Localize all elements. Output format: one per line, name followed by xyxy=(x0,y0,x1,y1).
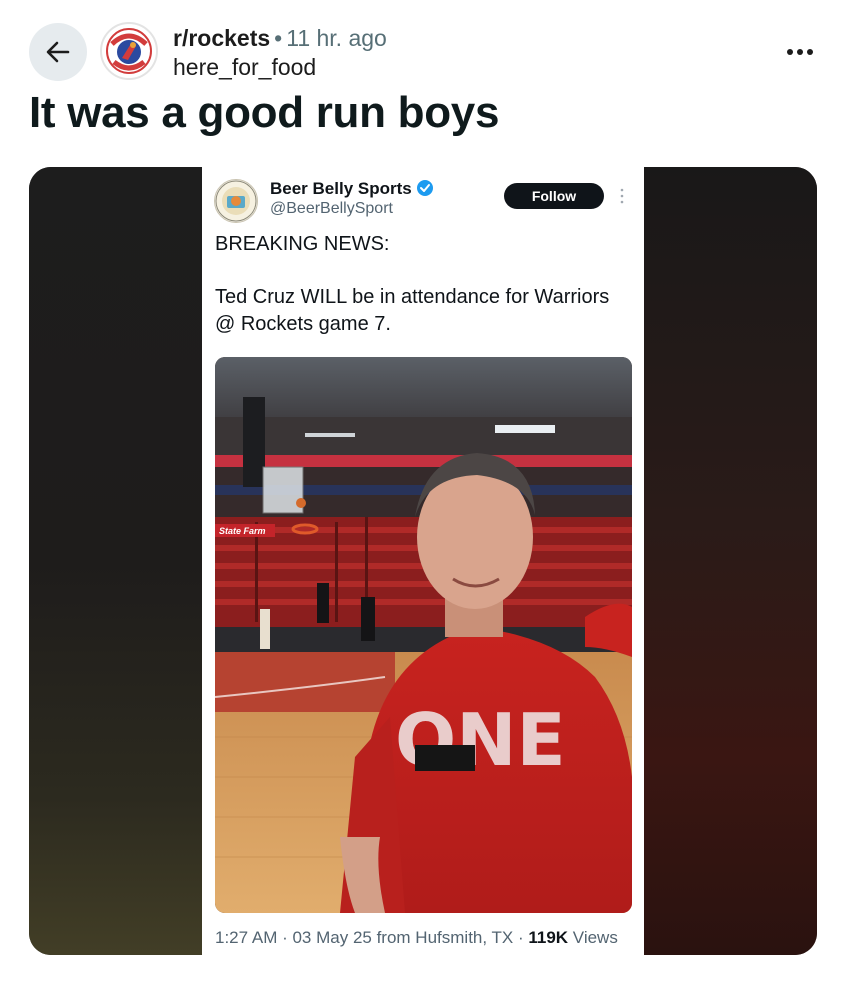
post-header: r/rockets • 11 hr. ago here_for_food xyxy=(0,0,853,90)
tweet-timestamp: 1:27 AM · 03 May 25 from Hufsmith, TX · xyxy=(215,928,529,947)
tweet-author-handle: @BeerBellySport xyxy=(270,200,393,217)
post-title: It was a good run boys xyxy=(29,88,500,137)
ellipsis-vertical-icon xyxy=(620,188,624,204)
more-options-button[interactable] xyxy=(782,40,818,64)
tweet-views-count: 119K xyxy=(528,928,569,947)
tweet-screenshot: Beer Belly Sports @BeerBellySport Follow… xyxy=(202,167,644,955)
photo-sign-text: State Farm xyxy=(219,526,266,536)
tweet-follow-button: Follow xyxy=(504,183,604,209)
subreddit-name[interactable]: r/rockets xyxy=(173,25,270,51)
tweet-text-body: Ted Cruz WILL be in attendance for Warri… xyxy=(215,286,610,335)
ellipsis-horizontal-icon xyxy=(787,49,813,55)
post-media[interactable]: Beer Belly Sports @BeerBellySport Follow… xyxy=(29,167,817,955)
post-time: 11 hr. ago xyxy=(286,25,387,51)
tweet-photo: State Farm ONE xyxy=(215,357,632,913)
tweet-author-name-text: Beer Belly Sports xyxy=(270,179,412,198)
verified-badge-icon xyxy=(416,179,434,202)
subreddit-avatar[interactable] xyxy=(100,22,158,80)
media-blur-left xyxy=(29,167,203,955)
tweet-views-label: Views xyxy=(568,928,618,947)
tweet-footer: 1:27 AM · 03 May 25 from Hufsmith, TX · … xyxy=(215,927,618,949)
subreddit-meta: r/rockets • 11 hr. ago xyxy=(173,24,387,52)
media-blur-right xyxy=(643,167,817,955)
back-button[interactable] xyxy=(29,23,87,81)
meta-separator: • xyxy=(274,25,283,51)
tweet-avatar xyxy=(214,179,258,223)
tweet-text-headline: BREAKING NEWS: xyxy=(215,233,390,255)
arrow-left-icon xyxy=(46,41,70,63)
arena-photo-illustration: State Farm ONE xyxy=(215,357,632,913)
post-author[interactable]: here_for_food xyxy=(173,53,316,81)
